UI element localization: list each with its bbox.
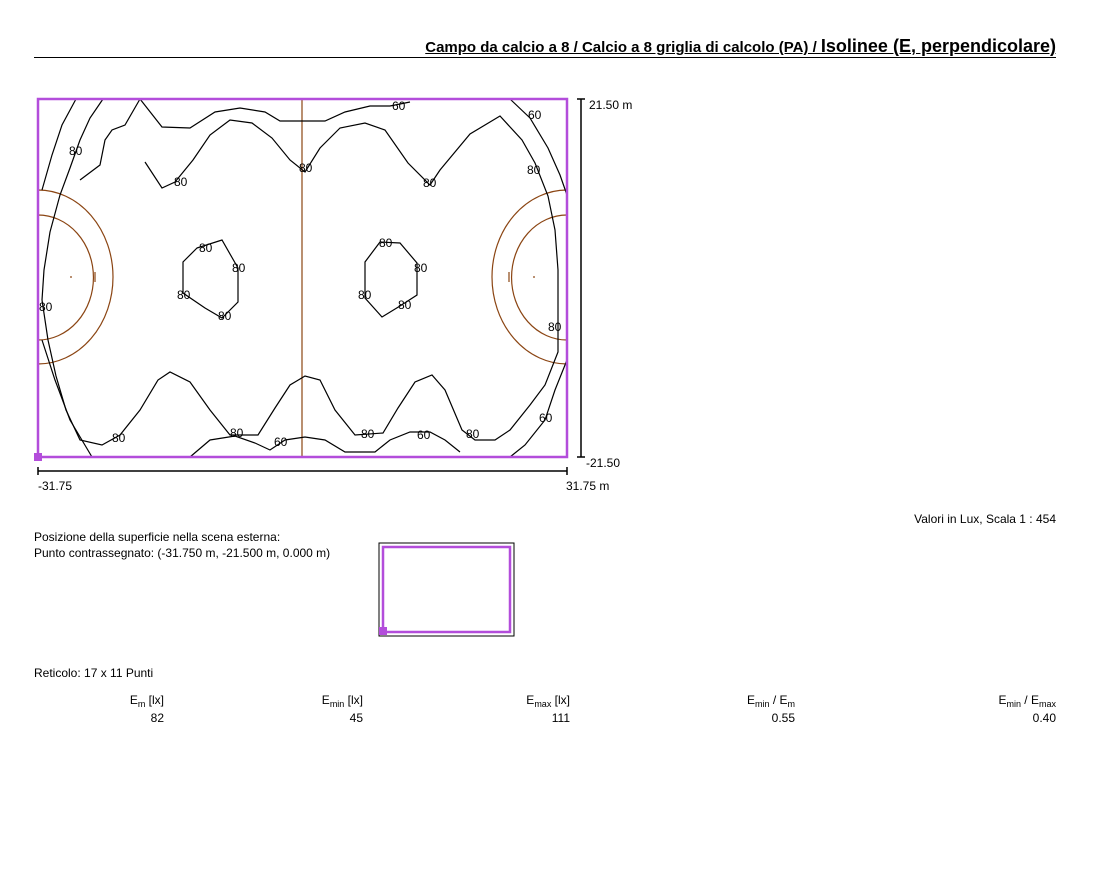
stat-uniformity-em-value: 0.55 <box>771 711 795 725</box>
title-view: Isolinee (E, perpendicolare) <box>820 36 1056 56</box>
stat-emin-value: 45 <box>349 711 363 725</box>
pitch-markings <box>37 99 568 457</box>
isoline-label: 60 <box>528 108 542 122</box>
stat-em-value: 82 <box>150 711 164 725</box>
stat-uniformity-emax: Emin / Emax 0.40 <box>998 693 1056 725</box>
grid-info: Reticolo: 17 x 11 Punti <box>34 666 154 680</box>
isoline-bottom-80 <box>41 299 559 446</box>
isoline-label: 60 <box>417 428 431 442</box>
isoline-label: 80 <box>361 427 375 441</box>
isoline-label: 80 <box>299 161 313 175</box>
y-dimension <box>577 98 585 458</box>
isoline-label: 80 <box>199 241 213 255</box>
isoline-label: 80 <box>218 309 232 323</box>
isoline-label: 80 <box>379 236 393 250</box>
isoline-label: 80 <box>177 288 191 302</box>
isoline-labels: 60 60 80 80 80 80 80 80 80 80 80 80 80 8… <box>39 99 562 449</box>
x-dimension <box>37 467 568 475</box>
isoline-label: 80 <box>414 261 428 275</box>
scene-marked-point <box>379 627 387 635</box>
isoline-label: 80 <box>230 426 244 440</box>
position-line2: Punto contrassegnato: (-31.750 m, -21.50… <box>34 546 331 560</box>
scene-minimap <box>378 542 515 637</box>
isoline-label: 80 <box>174 175 188 189</box>
isoline-label: 80 <box>527 163 541 177</box>
position-info: Posizione della superficie nella scena e… <box>34 529 330 561</box>
x-max-label: 31.75 m <box>566 479 609 493</box>
stat-uniformity-emax-value: 0.40 <box>1032 711 1056 725</box>
y-min-label: -21.50 <box>586 456 620 470</box>
isoline-label: 80 <box>69 144 83 158</box>
isoline-label: 80 <box>423 176 437 190</box>
y-max-label: 21.50 m <box>589 98 632 112</box>
isoline-label: 80 <box>358 288 372 302</box>
stat-uniformity-em: Emin / Em 0.55 <box>746 693 795 725</box>
stat-emin: Emin [lx] 45 <box>321 693 363 725</box>
isoline-label: 60 <box>539 411 553 425</box>
x-min-label: -31.75 <box>38 479 72 493</box>
isoline-label: 80 <box>112 431 126 445</box>
stat-em: Em [lx] 82 <box>129 693 164 725</box>
isoline-label: 80 <box>466 427 480 441</box>
isoline-label: 80 <box>39 300 53 314</box>
isoline-label: 60 <box>392 99 406 113</box>
stat-emax: Emax [lx] 111 <box>526 693 570 725</box>
position-line1: Posizione della superficie nella scena e… <box>34 530 281 544</box>
isolines <box>41 98 568 458</box>
isoline-top-left-80b <box>79 98 141 181</box>
marked-point <box>34 453 42 461</box>
isoline-top-80 <box>144 115 559 330</box>
isoline-label: 80 <box>232 261 246 275</box>
isoline-bottom-right-60 <box>509 359 568 458</box>
isoline-label: 80 <box>548 320 562 334</box>
isoline-plot: 60 60 80 80 80 80 80 80 80 80 80 80 80 8… <box>34 97 632 493</box>
scene-outline <box>378 542 515 637</box>
scale-note: Valori in Lux, Scala 1 : 454 <box>914 512 1056 526</box>
stat-emax-value: 111 <box>551 711 570 725</box>
isoline-label: 80 <box>398 298 412 312</box>
isoline-label: 60 <box>274 435 288 449</box>
penalty-arc-left-inner <box>37 214 95 341</box>
isoline-top-60 <box>139 98 411 129</box>
